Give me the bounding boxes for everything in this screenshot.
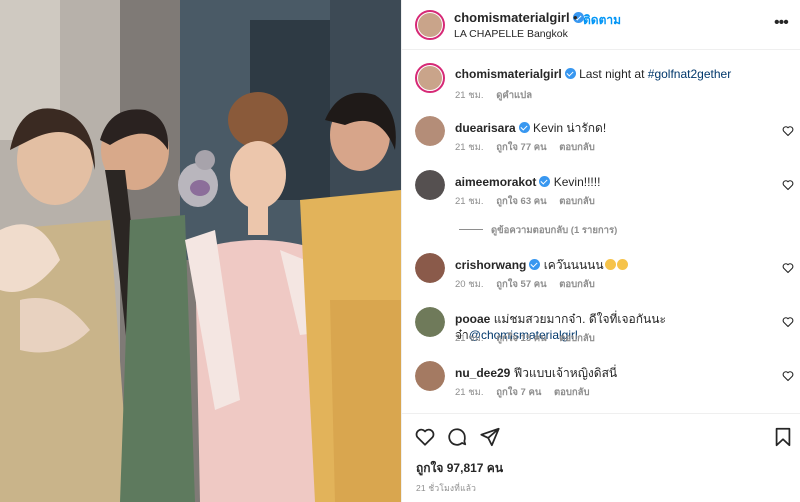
send-icon[interactable] <box>479 426 501 448</box>
avatar[interactable] <box>415 361 445 391</box>
comment-text: เคว๊นนนนน <box>543 258 604 272</box>
comment-text: ฟีวแบบเจ้าหญิงดิสนี่ <box>513 366 618 380</box>
caption-text: Last night at <box>579 67 648 81</box>
heart-icon[interactable] <box>782 262 794 274</box>
post-photo[interactable] <box>0 0 401 502</box>
comment-text: Kevin น่ารักด! <box>533 121 607 135</box>
comment-username[interactable]: nu_dee29 <box>455 366 510 380</box>
hashtag-link[interactable]: #golfnat2gether <box>648 67 731 81</box>
verified-icon <box>518 122 530 133</box>
reply-button[interactable]: ตอบกลับ <box>554 387 590 398</box>
caption-meta: 21 ชม. ดูคำแปล <box>455 88 542 103</box>
comment-body: aimeemorakot Kevin!!!!! <box>455 174 775 190</box>
verified-icon <box>539 176 551 187</box>
comment-likes[interactable]: ถูกใจ 7 คน <box>496 387 541 398</box>
post-panel: chomismaterialgirl • ติดตาม LA CHAPELLE … <box>401 0 800 502</box>
avatar[interactable] <box>415 116 445 146</box>
comment-time: 21 ชม. <box>455 196 484 207</box>
comment-text: Kevin!!!!! <box>553 175 601 189</box>
comment-username[interactable]: aimeemorakot <box>455 175 536 189</box>
reply-button[interactable]: ตอบกลับ <box>559 333 595 344</box>
laughing-emoji-icon <box>616 259 628 270</box>
comment-time: 20 ชม. <box>455 279 484 290</box>
post-header: chomismaterialgirl • ติดตาม LA CHAPELLE … <box>402 0 800 50</box>
heart-icon[interactable] <box>414 426 436 448</box>
verified-icon <box>564 68 576 79</box>
comment-username[interactable]: duearisara <box>455 121 516 135</box>
comment-meta: 20 ชม. ถูกใจ 57 คน ตอบกลับ <box>455 277 605 292</box>
comment-username[interactable]: crishorwang <box>455 258 526 272</box>
verified-icon <box>529 259 541 270</box>
post-time[interactable]: 21 ชั่วโมงที่แล้ว <box>416 481 476 495</box>
view-replies-button[interactable]: ดูข้อความตอบกลับ (1 รายการ) <box>459 223 617 238</box>
separator-dot: • <box>573 10 578 25</box>
comment-likes[interactable]: ถูกใจ 77 คน <box>496 142 546 153</box>
heart-icon[interactable] <box>782 125 794 137</box>
comment-body: crishorwang เคว๊นนนนน <box>455 257 775 273</box>
caption-body: chomismaterialgirl Last night at #golfna… <box>455 66 775 82</box>
caption-username[interactable]: chomismaterialgirl <box>455 67 562 81</box>
comment-username[interactable]: pooae <box>455 312 490 326</box>
likes-count[interactable]: ถูกใจ 97,817 คน <box>416 459 503 478</box>
heart-icon[interactable] <box>782 370 794 382</box>
translate-link[interactable]: ดูคำแปล <box>496 90 532 101</box>
avatar[interactable] <box>415 253 445 283</box>
bookmark-icon[interactable] <box>772 426 794 448</box>
avatar[interactable] <box>415 307 445 337</box>
comment-time: 21 ชม. <box>455 333 484 344</box>
post-username[interactable]: chomismaterialgirl <box>454 10 584 25</box>
comment-body: duearisara Kevin น่ารักด! <box>455 120 775 136</box>
comment-meta: 21 ชม. ถูกใจ 15 คน ตอบกลับ <box>455 331 605 346</box>
avatar[interactable] <box>415 63 445 93</box>
reply-button[interactable]: ตอบกลับ <box>559 196 595 207</box>
reply-button[interactable]: ตอบกลับ <box>559 142 595 153</box>
comment-meta: 21 ชม. ถูกใจ 7 คน ตอบกลับ <box>455 385 599 400</box>
comment-icon[interactable] <box>446 426 468 448</box>
laughing-emoji-icon <box>604 259 616 270</box>
comment-likes[interactable]: ถูกใจ 63 คน <box>496 196 546 207</box>
comment-likes[interactable]: ถูกใจ 57 คน <box>496 279 546 290</box>
heart-icon[interactable] <box>782 316 794 328</box>
avatar[interactable] <box>415 170 445 200</box>
comment-time: 21 ชม. <box>455 142 484 153</box>
reply-button[interactable]: ตอบกลับ <box>559 279 595 290</box>
post-location[interactable]: LA CHAPELLE Bangkok <box>454 28 568 40</box>
avatar[interactable] <box>415 10 445 40</box>
comment-meta: 21 ชม. ถูกใจ 63 คน ตอบกลับ <box>455 194 605 209</box>
follow-button[interactable]: ติดตาม <box>583 11 621 30</box>
comments-list[interactable]: chomismaterialgirl Last night at #golfna… <box>402 50 800 413</box>
comment-likes[interactable]: ถูกใจ 15 คน <box>496 333 546 344</box>
caption-time: 21 ชม. <box>455 90 484 101</box>
post-username-text[interactable]: chomismaterialgirl <box>454 10 570 25</box>
comment-meta: 21 ชม. ถูกใจ 77 คน ตอบกลับ <box>455 140 605 155</box>
comment-body: nu_dee29 ฟีวแบบเจ้าหญิงดิสนี่ <box>455 365 775 381</box>
photo-image <box>0 0 401 502</box>
heart-icon[interactable] <box>782 179 794 191</box>
more-horizontal-icon[interactable]: ••• <box>774 14 789 32</box>
comment-time: 21 ชม. <box>455 387 484 398</box>
